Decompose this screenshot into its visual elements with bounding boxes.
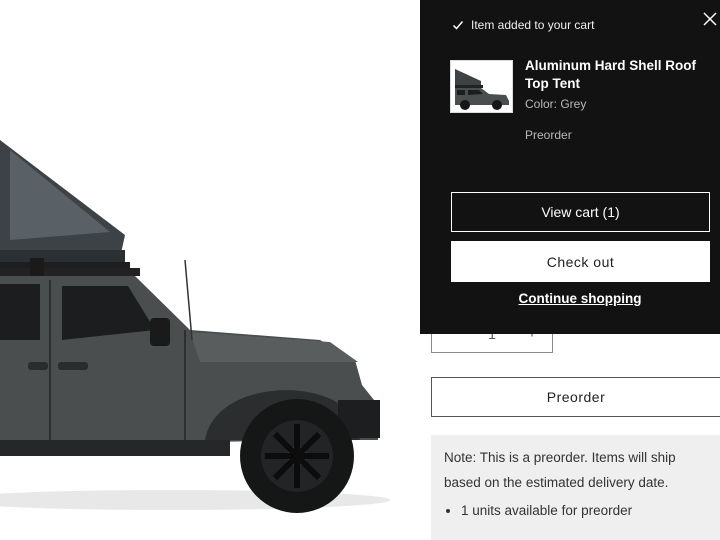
- availability-list: 1 units available for preorder: [444, 501, 708, 521]
- cart-item-title: Aluminum Hard Shell Roof Top Tent: [525, 58, 697, 91]
- continue-shopping-link[interactable]: Continue shopping: [420, 291, 720, 306]
- cart-notification-header: Item added to your cart: [452, 18, 594, 32]
- product-image: [0, 0, 400, 540]
- cart-item-status: Preorder: [525, 128, 572, 142]
- view-cart-button[interactable]: View cart (1): [451, 192, 710, 232]
- cart-item-thumbnail: [450, 60, 513, 113]
- checkmark-icon: [452, 21, 464, 30]
- preorder-note: Note: This is a preorder. Items will shi…: [431, 435, 720, 540]
- jeep-with-roof-tent-image: [0, 140, 390, 513]
- preorder-note-text: Note: This is a preorder. Items will shi…: [444, 450, 676, 490]
- checkout-button[interactable]: Check out: [451, 241, 710, 282]
- availability-item: 1 units available for preorder: [461, 501, 708, 521]
- cart-notification-message: Item added to your cart: [471, 18, 595, 32]
- cart-notification-popup: Item added to your cart Aluminum Hard Sh…: [420, 0, 720, 334]
- close-icon[interactable]: [700, 10, 720, 30]
- preorder-button[interactable]: Preorder: [431, 377, 720, 417]
- cart-item-color: Color: Grey: [525, 97, 587, 111]
